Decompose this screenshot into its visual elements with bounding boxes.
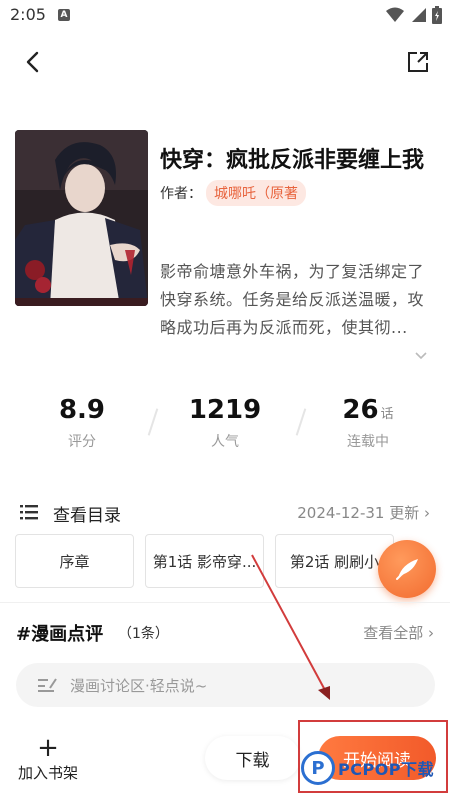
comic-title: 快穿：疯批反派非要缠上我 bbox=[160, 148, 425, 173]
episodes-number: 26 话 bbox=[308, 395, 428, 425]
catalog-label: 查看目录 bbox=[53, 506, 121, 526]
chevron-right-icon: › bbox=[424, 504, 430, 522]
popularity-label: 人气 bbox=[211, 434, 239, 450]
download-button[interactable]: 下载 bbox=[205, 736, 300, 780]
reviews-header: #漫画点评 （1条） 查看全部 › bbox=[0, 618, 450, 648]
wifi-icon bbox=[386, 7, 404, 22]
stat-score: 8.9 评分 bbox=[22, 395, 142, 451]
expand-description-button[interactable] bbox=[414, 348, 428, 362]
update-date: 2024-12-31 更新 › bbox=[297, 502, 430, 523]
catalog-row[interactable]: 查看目录 2024-12-31 更新 › bbox=[0, 498, 450, 528]
stats-row: 8.9 评分 1219 人气 26 话 连载中 bbox=[0, 395, 450, 465]
share-external-icon bbox=[408, 52, 428, 72]
episodes-unit: 话 bbox=[380, 407, 394, 422]
top-bar bbox=[0, 40, 450, 84]
back-button[interactable] bbox=[16, 46, 48, 78]
chapter-item[interactable]: 第1话 影帝穿... bbox=[145, 534, 264, 588]
chapter-item[interactable]: 第2话 刷刷小 bbox=[275, 534, 394, 588]
plus-icon: + bbox=[37, 733, 59, 763]
add-to-shelf-button[interactable]: + 加入书架 bbox=[10, 733, 86, 783]
author-label: 作者： bbox=[160, 186, 202, 202]
score-label: 评分 bbox=[68, 434, 96, 450]
stat-episodes: 26 话 连载中 bbox=[308, 395, 428, 451]
reviews-count: （1条） bbox=[118, 626, 169, 642]
episodes-value: 26 bbox=[342, 395, 379, 425]
stat-popularity: 1219 人气 bbox=[165, 395, 285, 451]
write-comment-fab[interactable] bbox=[378, 540, 436, 598]
system-icons bbox=[386, 6, 442, 24]
chevron-down-icon bbox=[415, 352, 427, 360]
comic-description[interactable]: 影帝俞塘意外车祸，为了复活绑定了快穿系统。任务是给反派送温暖，攻略成功后再为反派… bbox=[160, 258, 432, 342]
bottom-action-bar: + 加入书架 下载 开始阅读 bbox=[0, 722, 450, 801]
notification-icon: A bbox=[58, 9, 70, 21]
status-time: 2:05 bbox=[10, 5, 46, 24]
episodes-label: 连载中 bbox=[347, 434, 389, 450]
comic-cover[interactable] bbox=[15, 130, 148, 306]
start-reading-button[interactable]: 开始阅读 bbox=[318, 736, 436, 780]
view-all-label: 查看全部 bbox=[363, 624, 424, 642]
battery-icon bbox=[432, 6, 442, 24]
section-divider bbox=[0, 602, 450, 603]
reviews-title: #漫画点评 bbox=[16, 624, 104, 645]
author-tag[interactable]: 城哪吒（原著 bbox=[206, 180, 306, 206]
update-date-text: 2024-12-31 更新 bbox=[297, 504, 420, 522]
author-row: 作者： 城哪吒（原著 bbox=[160, 180, 306, 206]
score-value: 8.9 bbox=[58, 395, 106, 425]
share-button[interactable] bbox=[402, 46, 434, 78]
chevron-right-icon: › bbox=[428, 624, 434, 642]
edit-lines-icon bbox=[38, 678, 57, 692]
chevron-left-icon bbox=[26, 51, 39, 73]
status-bar: 2:05 A bbox=[0, 0, 450, 32]
feather-pen-icon bbox=[396, 559, 418, 580]
popularity-value: 1219 bbox=[188, 395, 262, 425]
add-to-shelf-label: 加入书架 bbox=[17, 764, 78, 782]
list-icon bbox=[20, 505, 38, 520]
signal-icon bbox=[412, 8, 426, 22]
comment-input[interactable]: 漫画讨论区·轻点说~ bbox=[16, 663, 435, 707]
chapter-item[interactable]: 序章 bbox=[15, 534, 134, 588]
comment-placeholder: 漫画讨论区·轻点说~ bbox=[70, 676, 208, 695]
view-all-reviews-link[interactable]: 查看全部 › bbox=[363, 622, 434, 643]
